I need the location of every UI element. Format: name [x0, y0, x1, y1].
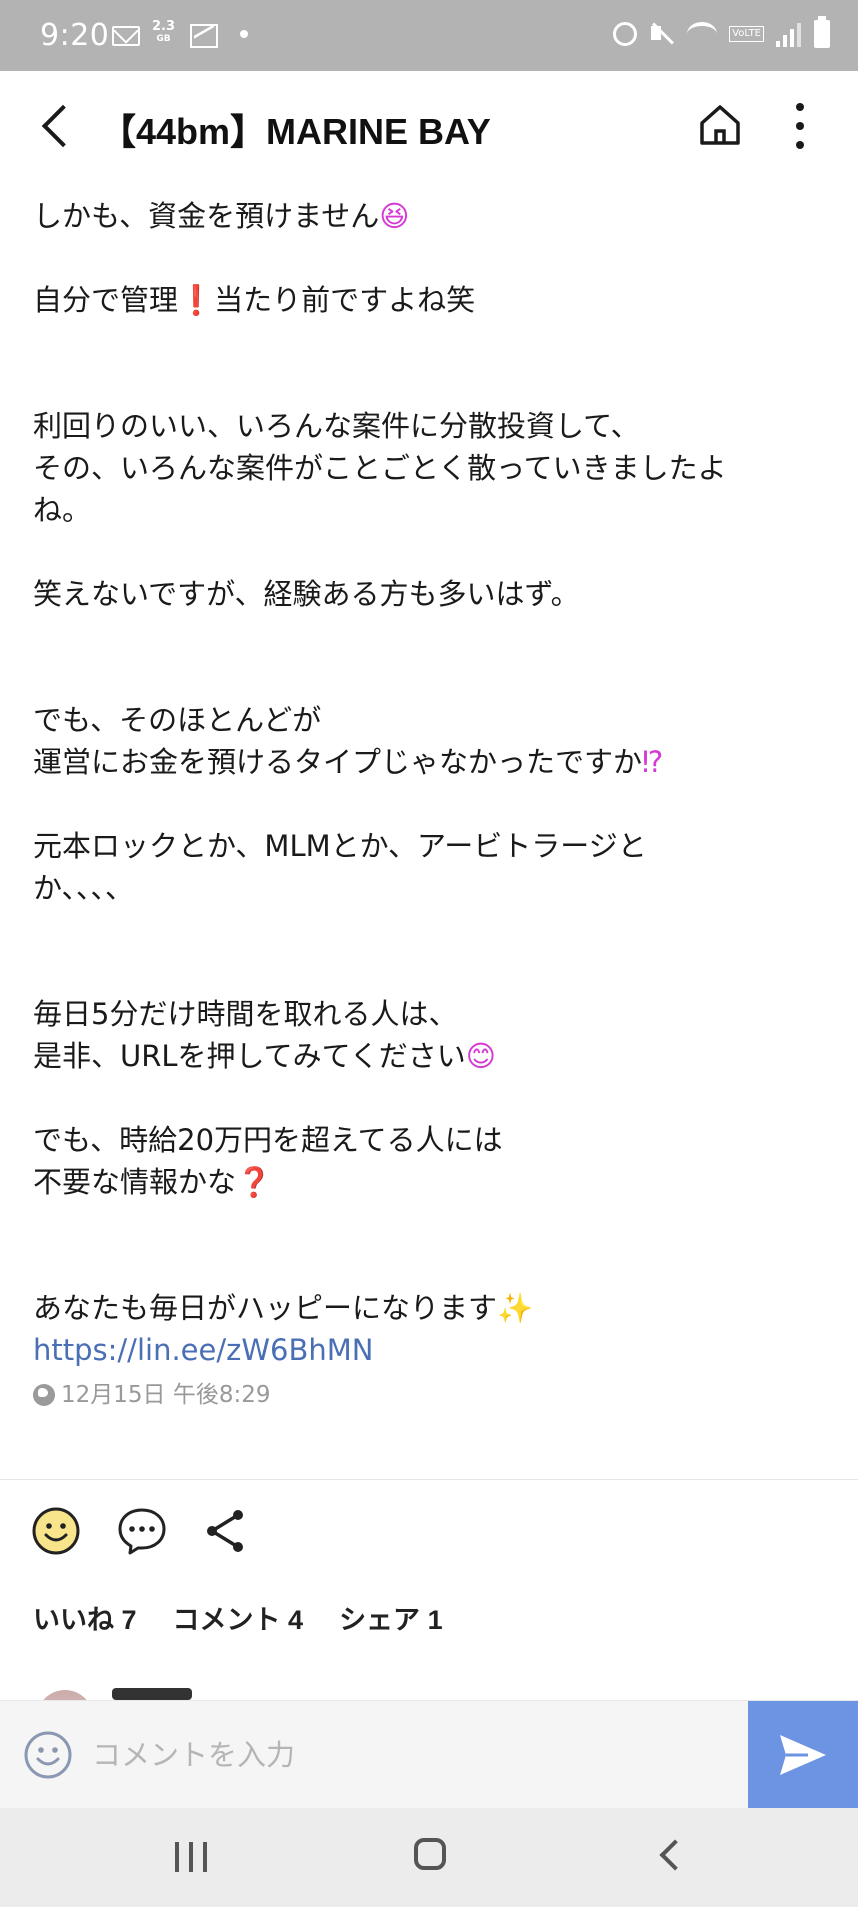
share-button[interactable] [200, 1505, 252, 1557]
grin-emoji-icon: 😆 [379, 199, 410, 233]
back-button[interactable] [36, 105, 76, 149]
post-line: でも、そのほとんどが [33, 703, 322, 737]
post-line: 運営にお金を預けるタイプじゃなかったですか⁉ [33, 741, 823, 783]
post-line: その、いろんな案件がことごとく散っていきましたよ [33, 451, 727, 485]
more-options-button[interactable] [784, 101, 816, 151]
system-back-button[interactable] [659, 1839, 691, 1871]
post-line: 不要な情報かな❓ [33, 1161, 823, 1203]
post-timestamp: 12月15日 午後8:29 [61, 1382, 271, 1408]
page-title: 【44bm】MARINE BAY [100, 111, 491, 152]
post-line: か、、、、 [33, 871, 134, 905]
post-line: 笑えないですが、経験ある方も多いはず。 [33, 577, 580, 611]
data-usage-unit: GB [156, 34, 171, 44]
chart-notification-icon [190, 24, 218, 48]
status-bar: 9:20 2.3 GB VoLTE [0, 0, 858, 71]
post-meta: 12月15日 午後8:29 [33, 1379, 823, 1411]
post-line: でも、時給20万円を超えてる人には [33, 1123, 503, 1157]
share-icon [207, 1510, 243, 1552]
post-line: 自分で管理❗当たり前ですよね笑 [33, 279, 823, 321]
send-icon [780, 1735, 826, 1775]
reaction-counts: いいね 7 コメント 4 シェア 1 [33, 1598, 443, 1637]
post-line: あなたも毎日がハッピーになります✨ [33, 1287, 823, 1329]
battery-icon [814, 16, 830, 48]
post-link[interactable]: https://lin.ee/zW6BhMN [33, 1329, 823, 1371]
signal-icon [776, 21, 802, 47]
more-dot [796, 141, 804, 149]
comment-input[interactable] [92, 1727, 732, 1783]
status-time: 9:20 [40, 18, 110, 53]
sparkles-emoji-icon: ✨ [497, 1291, 534, 1325]
post-text: しかも、資金を預けません [33, 199, 380, 233]
status-icons: VoLTE [613, 16, 830, 48]
post-line: ね。 [33, 493, 92, 527]
post-line: 是非、URLを押してみてください😊 [33, 1035, 823, 1077]
system-home-button[interactable] [414, 1838, 446, 1870]
post-line: しかも、資金を預けません😆 [33, 195, 823, 237]
post-text: 不要な情報かな [33, 1165, 237, 1199]
more-dot [796, 103, 804, 111]
post-line: 利回りのいい、いろんな案件に分散投資して、 [33, 409, 640, 443]
smile-face-icon [32, 1507, 80, 1555]
post-text: 是非、URLを押してみてください [33, 1039, 466, 1073]
app-header: 【44bm】MARINE BAY [0, 71, 858, 183]
data-usage-amount: 2.3 [152, 19, 176, 34]
exclamation-emoji-icon: ❗ [178, 283, 215, 317]
system-nav-bar [0, 1808, 858, 1907]
send-button[interactable] [748, 1701, 858, 1809]
home-button[interactable] [696, 101, 744, 149]
speech-bubble-icon [118, 1508, 166, 1555]
like-count[interactable]: いいね 7 [33, 1598, 137, 1637]
comment-count[interactable]: コメント 4 [173, 1598, 304, 1637]
comment-author-name [112, 1688, 192, 1700]
post-text: 当たり前ですよね笑 [214, 283, 476, 317]
notification-dot-icon [240, 30, 248, 38]
like-button[interactable] [30, 1505, 82, 1557]
question-emoji-icon: ❓ [236, 1165, 273, 1199]
mute-icon [649, 20, 675, 48]
data-usage-indicator: 2.3 GB [152, 20, 175, 46]
post-line: 毎日5分だけ時間を取れる人は、 [33, 997, 458, 1031]
comment-button[interactable] [116, 1505, 168, 1557]
home-icon [700, 105, 740, 145]
post-text: あなたも毎日がハッピーになります [33, 1291, 498, 1325]
share-count[interactable]: シェア 1 [339, 1598, 443, 1637]
emoji-picker-icon[interactable] [22, 1729, 74, 1781]
comment-bar [0, 1700, 858, 1809]
interrobang-emoji-icon: ⁉ [642, 745, 664, 779]
post-body: しかも、資金を預けません😆 自分で管理❗当たり前ですよね笑 利回りのいい、いろん… [33, 195, 823, 1411]
recent-apps-button[interactable] [175, 1842, 207, 1872]
divider [0, 1479, 858, 1480]
more-dot [796, 122, 804, 130]
wifi-icon [687, 22, 718, 46]
smile-emoji-icon: 😊 [465, 1039, 497, 1073]
post-text: 自分で管理 [33, 283, 179, 317]
volte-icon: VoLTE [729, 26, 764, 42]
post-text: 運営にお金を預けるタイプじゃなかったですか [33, 745, 643, 779]
alarm-icon [613, 22, 638, 46]
post-line: 元本ロックとか、MLMとか、アービトラージと [33, 829, 647, 863]
globe-icon [33, 1384, 55, 1406]
mail-icon [112, 26, 140, 46]
